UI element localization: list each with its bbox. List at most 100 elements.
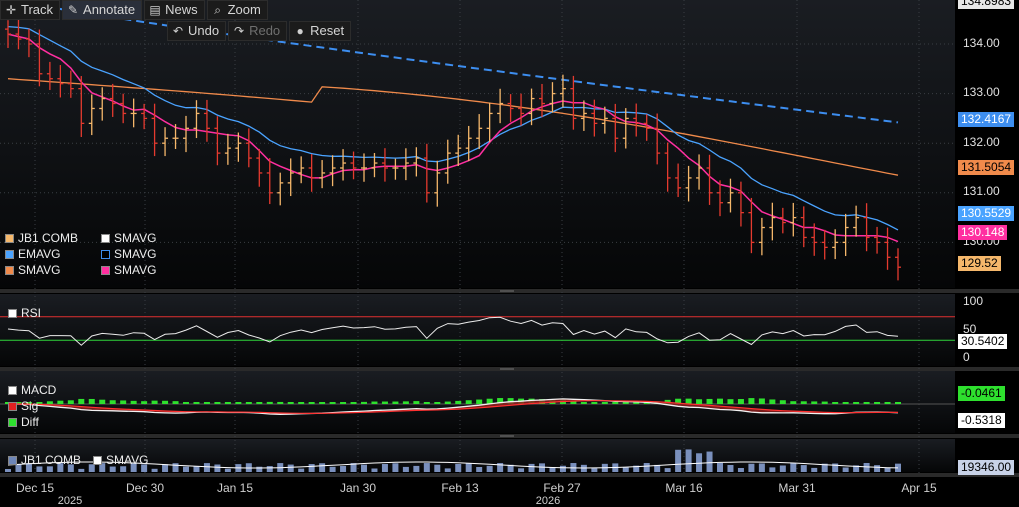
reset-button[interactable]: ● Reset: [289, 21, 352, 41]
last-price-tag: 129.52: [958, 256, 1001, 271]
rsi-tag: 30.5402: [958, 334, 1008, 349]
legend-label: JB1 COMB: [18, 231, 79, 245]
volume-bar: [737, 467, 744, 472]
legend-label: SMAVG: [18, 263, 61, 277]
date-label: Dec 15: [15, 481, 55, 495]
volume-bar: [664, 468, 671, 472]
volume-bar: [151, 468, 158, 472]
rsi-legend: RSI: [8, 305, 41, 321]
price-tick-133: 133.00: [963, 85, 1000, 99]
legend-swatch: [101, 249, 110, 259]
price-legend: JB1 COMB SMAVG EMAVG SMAVG SMAVG SMAVG: [5, 230, 173, 278]
top-price-tag: 134.8983: [958, 0, 1015, 9]
volume-bar: [5, 469, 11, 472]
volume-bar: [874, 465, 881, 472]
crosshair-icon: ✛: [5, 3, 17, 17]
volume-bar: [643, 463, 650, 472]
macd-diff-bar: [717, 398, 723, 404]
date-label: Feb 13: [441, 481, 479, 495]
diff-label: Diff: [21, 415, 39, 429]
macd-diff-bar: [402, 401, 409, 404]
price-tick-132: 132.00: [963, 135, 1000, 149]
date-label: Dec 30: [125, 481, 165, 495]
dashed-sma-tag: 132.4167: [958, 112, 1015, 127]
legend-item[interactable]: EMAVG: [5, 246, 101, 262]
macd-diff-bar: [183, 402, 189, 404]
volume-bar: [758, 463, 765, 472]
date-label: Jan 30: [339, 481, 377, 495]
legend-item[interactable]: SMAVG: [101, 230, 173, 246]
macd-diff-bar: [350, 402, 357, 404]
volume-bar: [371, 468, 378, 472]
legend-label: SMAVG: [114, 231, 157, 245]
legend-label: SMAVG: [114, 247, 157, 261]
legend-item[interactable]: SMAVG: [101, 262, 173, 278]
volume-bar: [319, 463, 326, 472]
volume-bar: [800, 465, 807, 472]
volume-bar: [476, 466, 483, 472]
macd-diff-bar: [884, 402, 891, 404]
macd-diff-bar: [162, 400, 169, 404]
sig-tag: -0.5318: [958, 413, 1005, 428]
macd-diff-bar: [423, 402, 430, 404]
volume-bar: [685, 449, 692, 472]
volume-label-a: JB1 COMB: [21, 453, 82, 467]
volume-bar: [727, 464, 734, 472]
edit-toolbar: ↶ Undo ↷ Redo ● Reset: [167, 21, 352, 41]
volume-bar: [340, 465, 347, 472]
legend-item[interactable]: SMAVG: [5, 262, 101, 278]
track-label: Track: [21, 2, 54, 17]
macd-diff-bar: [256, 402, 263, 404]
macd-diff-bar: [245, 402, 252, 404]
legend-swatch: [8, 417, 17, 427]
annotate-button[interactable]: ✎ Annotate: [62, 0, 143, 20]
date-label: Mar 31: [778, 481, 816, 495]
volume-bar: [465, 463, 472, 472]
macd-diff-bar: [392, 401, 399, 404]
macd-diff-bar: [319, 402, 326, 404]
macd-diff-bar: [78, 398, 85, 404]
ema-tag: 130.5529: [958, 206, 1015, 221]
macd-diff-bar: [287, 402, 294, 404]
volume-bar: [413, 465, 420, 472]
volume-bar: [748, 463, 755, 472]
pencil-icon: ✎: [68, 3, 79, 17]
macd-diff-bar: [580, 402, 587, 404]
legend-swatch: [5, 249, 14, 259]
volume-bar: [214, 464, 221, 472]
macd-diff-bar: [476, 399, 483, 404]
volume-bar: [528, 463, 535, 472]
legend-item[interactable]: SMAVG: [101, 246, 173, 262]
volume-bar: [717, 463, 723, 472]
macd-diff-bar: [361, 401, 367, 404]
volume-bar: [287, 464, 294, 472]
volume-bar: [434, 464, 441, 472]
news-button[interactable]: ▤ News: [144, 0, 205, 20]
redo-button[interactable]: ↷ Redo: [228, 21, 288, 41]
volume-bar: [622, 467, 629, 472]
macd-diff-bar: [413, 401, 420, 404]
undo-button[interactable]: ↶ Undo: [167, 21, 227, 41]
volume-bar: [486, 465, 493, 472]
zoom-button[interactable]: ⌕ Zoom: [206, 0, 268, 20]
year-label: 2025: [57, 495, 83, 507]
volume-bar: [769, 467, 776, 472]
macd-diff-bar: [811, 401, 818, 404]
price-tick-134: 134.00: [963, 36, 1000, 50]
legend-swatch: [8, 455, 17, 465]
price-tick-131: 131.00: [963, 184, 1000, 198]
macd-diff-bar: [434, 402, 441, 404]
legend-item[interactable]: JB1 COMB: [5, 230, 101, 246]
volume-bar: [162, 464, 169, 472]
volume-tag: 19346.00: [958, 460, 1015, 475]
macd-diff-bar: [88, 398, 95, 404]
pink-sma-tag: 130.148: [958, 225, 1008, 240]
news-icon: ▤: [149, 3, 161, 17]
macd-diff-bar: [109, 400, 116, 404]
rsi-tick-100: 100: [963, 294, 984, 308]
macd-diff-bar: [465, 400, 472, 404]
date-label: Jan 15: [216, 481, 254, 495]
volume-bar: [790, 463, 797, 472]
macd-diff-bar: [67, 400, 74, 404]
track-button[interactable]: ✛ Track: [0, 0, 61, 20]
